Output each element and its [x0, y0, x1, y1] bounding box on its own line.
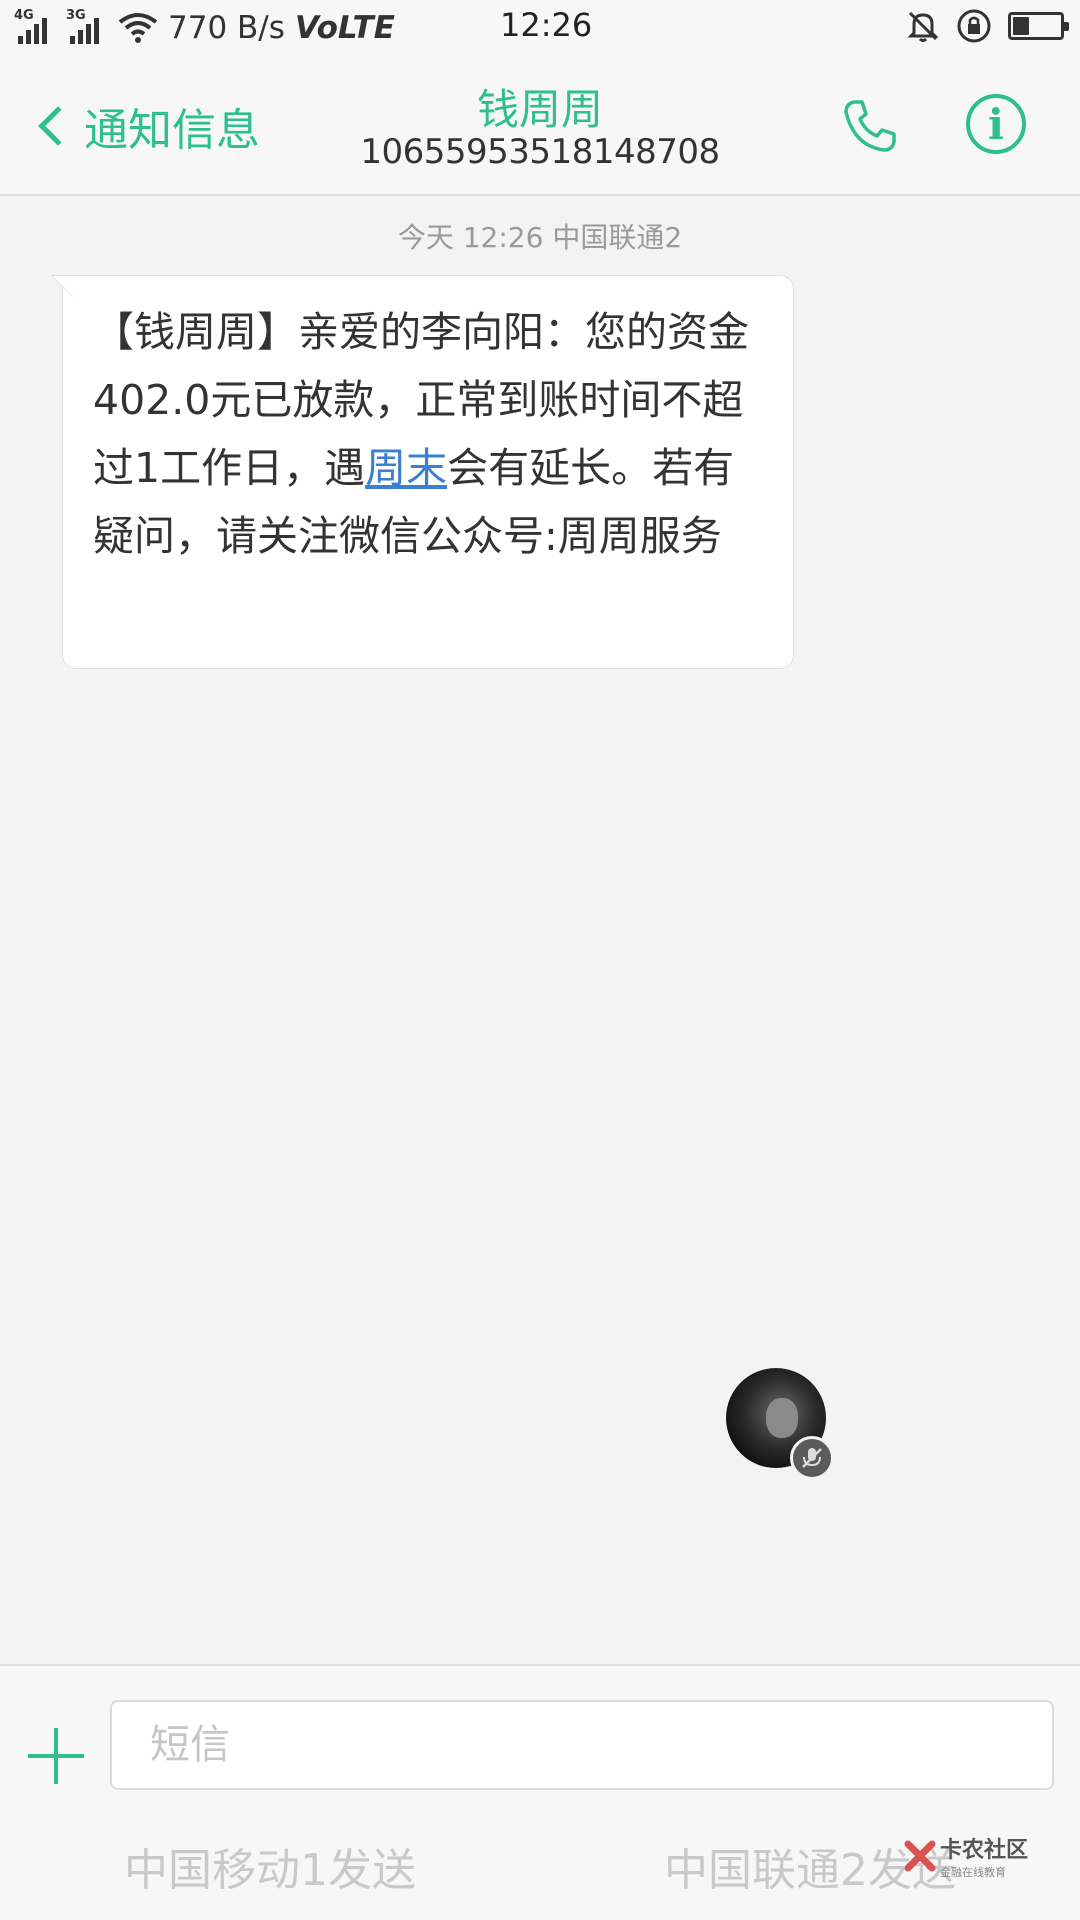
- status-bar: 4G 3G 770 B/s VoLTE 12:26: [0, 0, 1080, 56]
- watermark-logo-icon: [904, 1840, 936, 1872]
- watermark: 卡农社区 金融在线教育: [904, 1832, 1028, 1880]
- rotation-lock-icon: [957, 9, 991, 43]
- status-left: 4G 3G 770 B/s VoLTE: [14, 6, 395, 50]
- phone-icon[interactable]: [840, 96, 900, 156]
- mic-mute-icon: [790, 1436, 834, 1480]
- message-link[interactable]: 周末: [365, 444, 447, 492]
- signal-icon: 3G: [66, 8, 108, 46]
- message-text: 【钱周周】亲爱的李向阳：您的资金402.0元已放款，正常到账时间不超过1工作日，…: [93, 298, 763, 570]
- volte-indicator: VoLTE: [294, 10, 395, 46]
- status-right: [906, 8, 1069, 44]
- battery-level: [1013, 17, 1029, 35]
- message-bubble[interactable]: 【钱周周】亲爱的李向阳：您的资金402.0元已放款，正常到账时间不超过1工作日，…: [51, 275, 794, 669]
- mute-bell-icon: [907, 11, 939, 42]
- status-time: 12:26: [500, 6, 593, 44]
- network-speed: 770 B/s: [168, 10, 285, 46]
- contact-number: 10655953518148708: [360, 132, 720, 172]
- battery-icon: [1008, 12, 1069, 40]
- plus-icon[interactable]: [28, 1728, 84, 1784]
- conversation-header: 通知信息 钱周周 10655953518148708 i: [0, 56, 1080, 196]
- contact-name: 钱周周: [476, 85, 603, 134]
- wifi-icon: [118, 13, 158, 43]
- info-icon[interactable]: i: [966, 94, 1026, 154]
- message-date-line: 今天 12:26 中国联通2: [397, 221, 683, 254]
- watermark-title: 卡农社区: [940, 1838, 1029, 1863]
- signal-icon: 4G: [14, 8, 56, 46]
- send-sim1-button[interactable]: 中国移动1发送: [124, 1834, 416, 1898]
- avatar-face: [766, 1398, 798, 1438]
- composer-area: 中国移动1发送 中国联通2发送: [0, 1664, 1080, 1920]
- watermark-subtitle: 金融在线教育: [940, 1866, 1006, 1879]
- sms-input[interactable]: [110, 1700, 1054, 1790]
